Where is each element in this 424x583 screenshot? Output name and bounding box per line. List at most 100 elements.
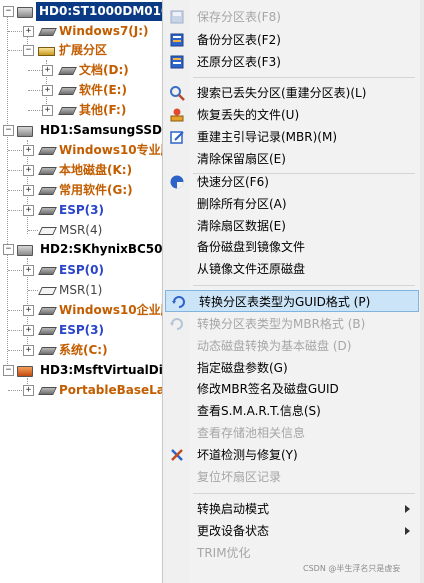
partition-icon <box>38 307 57 315</box>
partition-icon <box>58 67 77 75</box>
menu-item-clear-sector-data[interactable]: 清除扇区数据(E) <box>164 215 420 237</box>
collapse-icon[interactable]: − <box>3 6 14 17</box>
partition-label: 文档(D:) <box>79 63 129 77</box>
disk-icon <box>17 126 33 137</box>
partition-icon <box>38 267 57 275</box>
partition-icon <box>38 387 57 395</box>
disk-label: HD3:MsftVirtualDisk <box>40 363 178 377</box>
quick-partition-icon <box>170 175 184 189</box>
collapse-icon[interactable]: − <box>3 125 14 136</box>
menu-item-modify-mbr-signature[interactable]: 修改MBR签名及磁盘GUID <box>164 378 420 400</box>
partition-icon <box>38 187 57 195</box>
menu-item-convert-to-mbr[interactable]: 转换分区表类型为MBR格式 (B) <box>164 313 420 335</box>
partition-label: 系统(C:) <box>59 343 108 357</box>
expand-icon[interactable]: + <box>42 65 53 76</box>
menu-item-view-storage-pool[interactable]: 查看存储池相关信息 <box>164 422 420 444</box>
expand-icon[interactable]: + <box>23 26 34 37</box>
collapse-icon[interactable]: − <box>23 45 34 56</box>
partition-label: MSR(1) <box>59 283 103 297</box>
menu-item-change-device-state[interactable]: 更改设备状态 <box>164 520 420 542</box>
menu-item-clear-reserved-sectors[interactable]: 清除保留扇区(E) <box>164 148 420 170</box>
tree-line <box>7 12 8 370</box>
partition-label: 扩展分区 <box>59 43 108 57</box>
partition-icon <box>58 107 77 115</box>
partition-icon <box>38 167 57 175</box>
menu-separator <box>193 285 415 286</box>
partition-label: Windows10专业版 <box>59 143 173 157</box>
partition-label: ESP(3) <box>59 323 104 337</box>
disk-icon <box>17 245 33 256</box>
expand-icon[interactable]: + <box>42 105 53 116</box>
menu-item-dynamic-to-basic[interactable]: 动态磁盘转换为基本磁盘 (D) <box>164 335 420 357</box>
convert-guid-icon <box>172 296 185 308</box>
menu-item-recover-lost-files[interactable]: 恢复丢失的文件(U) <box>164 104 420 126</box>
menu-item-quick-partition[interactable]: 快速分区(F6) <box>164 171 420 193</box>
expand-icon[interactable]: + <box>23 185 34 196</box>
menu-item-save-partition-table[interactable]: 保存分区表(F8) <box>164 6 420 28</box>
search-icon <box>170 86 185 101</box>
menu-item-delete-all-partitions[interactable]: 删除所有分区(A) <box>164 193 420 215</box>
expand-icon[interactable]: + <box>23 165 34 176</box>
partition-icon <box>38 287 57 295</box>
bad-sector-tools-icon <box>171 449 183 461</box>
expand-icon[interactable]: + <box>23 325 34 336</box>
expand-icon[interactable]: + <box>42 85 53 96</box>
watermark: CSDN @半生浮名只是虚妄 <box>303 564 401 573</box>
collapse-icon[interactable]: − <box>3 365 14 376</box>
menu-separator <box>193 77 415 78</box>
right-panel-edge <box>420 0 424 583</box>
disk-tree: − HD0:ST1000DM010- + Windows7(J:) − 扩展分区… <box>0 0 181 583</box>
expand-icon[interactable]: + <box>23 385 34 396</box>
extended-partition-icon <box>38 47 55 56</box>
recover-files-icon <box>170 108 184 122</box>
menu-item-restore-disk-from-image[interactable]: 从镜像文件还原磁盘 <box>164 258 420 280</box>
menu-item-bad-sector-check[interactable]: 坏道检测与修复(Y) <box>164 444 420 466</box>
partition-icon <box>38 28 57 36</box>
backup-table-icon <box>170 33 184 47</box>
partition-icon <box>38 207 57 215</box>
virtual-disk-icon <box>17 366 33 377</box>
submenu-arrow-icon <box>405 505 410 513</box>
restore-table-icon <box>170 55 184 69</box>
disk-icon <box>17 7 33 18</box>
menu-item-trim-optimize[interactable]: TRIM优化 <box>164 542 420 564</box>
menu-item-search-lost-partitions[interactable]: 搜索已丢失分区(重建分区表)(L) <box>164 82 420 104</box>
partition-label: 本地磁盘(K:) <box>59 163 133 177</box>
expand-icon[interactable]: + <box>23 205 34 216</box>
menu-item-set-disk-parameters[interactable]: 指定磁盘参数(G) <box>164 357 420 379</box>
expand-icon[interactable]: + <box>23 345 34 356</box>
partition-label: Windows7(J:) <box>59 24 149 38</box>
partition-label: ESP(0) <box>59 263 104 277</box>
menu-item-restore-partition-table[interactable]: 还原分区表(F3) <box>164 51 420 73</box>
submenu-arrow-icon <box>405 527 410 535</box>
partition-icon <box>38 227 57 235</box>
save-icon <box>170 10 184 24</box>
menu-item-backup-disk-to-image[interactable]: 备份磁盘到镜像文件 <box>164 236 420 258</box>
collapse-icon[interactable]: − <box>3 244 14 255</box>
partition-label: Windows10企业版 <box>59 303 173 317</box>
tree-disk-0[interactable]: − HD0:ST1000DM010- <box>0 2 178 21</box>
disk-label: HD2:SKhynixBC501H <box>40 242 181 256</box>
rebuild-mbr-icon <box>170 131 184 144</box>
partition-label: 软件(E:) <box>79 83 127 97</box>
expand-icon[interactable]: + <box>23 305 34 316</box>
menu-item-view-smart-info[interactable]: 查看S.M.A.R.T.信息(S) <box>164 400 420 422</box>
expand-icon[interactable]: + <box>23 145 34 156</box>
menu-separator <box>193 493 415 494</box>
convert-mbr-icon <box>170 318 183 330</box>
menu-item-rebuild-mbr[interactable]: 重建主引导记录(MBR)(M) <box>164 126 420 148</box>
menu-item-convert-boot-mode[interactable]: 转换启动模式 <box>164 498 420 520</box>
partition-label: 其他(F:) <box>79 103 127 117</box>
menu-item-reset-bad-sectors[interactable]: 复位坏扇区记录 <box>164 466 420 488</box>
menu-item-convert-to-guid[interactable]: 转换分区表类型为GUID格式 (P) <box>165 290 419 312</box>
menu-item-backup-partition-table[interactable]: 备份分区表(F2) <box>164 29 420 51</box>
disk-label: HD1:SamsungSSD86 <box>40 123 179 137</box>
disk-label: HD0:ST1000DM010- <box>36 2 178 21</box>
partition-icon <box>38 347 57 355</box>
expand-icon[interactable]: + <box>23 265 34 276</box>
partition-icon <box>38 327 57 335</box>
partition-label: 常用软件(G:) <box>59 183 133 197</box>
partition-icon <box>38 147 57 155</box>
disk-context-menu: 保存分区表(F8) 备份分区表(F2) 还原分区表(F3) 搜索已丢失分区(重建… <box>162 0 422 583</box>
partition-label: MSR(4) <box>59 223 103 237</box>
